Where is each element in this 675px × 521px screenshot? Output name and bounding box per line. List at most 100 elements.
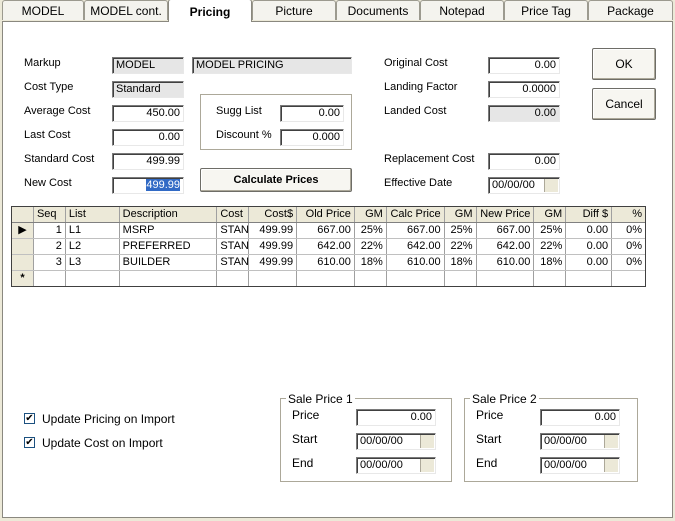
discount-field[interactable]: 0.000 [280, 129, 344, 146]
cell-calc-gm[interactable]: 22% [445, 239, 477, 254]
average-cost-field[interactable]: 450.00 [112, 105, 184, 122]
cell-calc-gm[interactable]: 18% [445, 255, 477, 270]
date-dropdown-icon[interactable] [544, 179, 558, 192]
cell-calc-price[interactable]: 610.00 [387, 255, 445, 270]
sale1-start-field[interactable]: 00/00/00 [356, 433, 436, 450]
cell-old-price[interactable] [297, 271, 355, 286]
tab-notepad[interactable]: Notepad [420, 0, 504, 20]
cell-new-price[interactable]: 667.00 [477, 223, 535, 238]
cell-description[interactable]: PREFERRED [120, 239, 218, 254]
cell-list[interactable]: L3 [66, 255, 120, 270]
new-cost-field[interactable]: 499.99 [112, 177, 184, 194]
col-header-new-price[interactable]: New Price [477, 207, 535, 222]
col-header-cost-dollar[interactable]: Cost$ [249, 207, 298, 222]
cell-description[interactable]: BUILDER [120, 255, 218, 270]
cell-pct[interactable]: 0% [612, 223, 645, 238]
standard-cost-field[interactable]: 499.99 [112, 153, 184, 170]
cell-cost-dollar[interactable] [249, 271, 298, 286]
tab-pricing[interactable]: Pricing [168, 0, 252, 22]
pricing-grid[interactable]: Seq List Description Cost Cost$ Old Pric… [11, 206, 646, 287]
cell-diff[interactable] [566, 271, 613, 286]
landing-factor-field[interactable]: 0.0000 [488, 81, 560, 98]
date-dropdown-icon[interactable] [420, 435, 434, 448]
cost-type-field[interactable]: Standard [112, 81, 184, 98]
cell-diff[interactable]: 0.00 [566, 239, 613, 254]
cell-cost[interactable]: STAN [217, 255, 250, 270]
new-row[interactable]: * [12, 271, 645, 286]
cell-calc-gm[interactable] [445, 271, 477, 286]
cell-new-gm[interactable]: 22% [534, 239, 567, 254]
cell-pct[interactable]: 0% [612, 255, 645, 270]
cell-pct[interactable]: 0% [612, 239, 645, 254]
col-header-cost[interactable]: Cost [217, 207, 250, 222]
sale1-price-field[interactable]: 0.00 [356, 409, 436, 426]
table-row[interactable]: ▶ 1 L1 MSRP STAN 499.99 667.00 25% 667.0… [12, 223, 645, 239]
cell-new-gm[interactable] [534, 271, 567, 286]
cell-old-gm[interactable]: 22% [355, 239, 387, 254]
cell-cost[interactable] [217, 271, 250, 286]
cell-list[interactable]: L2 [66, 239, 120, 254]
col-header-new-gm[interactable]: GM [534, 207, 567, 222]
cell-description[interactable]: MSRP [120, 223, 218, 238]
cell-cost-dollar[interactable]: 499.99 [249, 223, 298, 238]
col-header-pct[interactable]: % [612, 207, 645, 222]
cell-diff[interactable]: 0.00 [566, 223, 613, 238]
cell-list[interactable]: L1 [66, 223, 120, 238]
col-header-diff[interactable]: Diff $ [566, 207, 613, 222]
row-selector[interactable] [12, 255, 34, 270]
update-pricing-checkbox[interactable]: ✔ [24, 413, 35, 424]
tab-price-tag[interactable]: Price Tag [504, 0, 588, 20]
calculate-prices-button[interactable]: Calculate Prices [200, 168, 352, 192]
row-selector[interactable] [12, 239, 34, 254]
cell-new-gm[interactable]: 25% [534, 223, 567, 238]
table-row[interactable]: 2 L2 PREFERRED STAN 499.99 642.00 22% 64… [12, 239, 645, 255]
cell-old-gm[interactable] [355, 271, 387, 286]
col-header-description[interactable]: Description [120, 207, 218, 222]
cell-calc-gm[interactable]: 25% [445, 223, 477, 238]
cell-cost[interactable]: STAN [217, 223, 250, 238]
original-cost-field[interactable]: 0.00 [488, 57, 560, 74]
sale2-end-field[interactable]: 00/00/00 [540, 457, 620, 474]
cell-old-gm[interactable]: 25% [355, 223, 387, 238]
cell-cost-dollar[interactable]: 499.99 [249, 255, 298, 270]
sale2-start-field[interactable]: 00/00/00 [540, 433, 620, 450]
cell-calc-price[interactable] [387, 271, 445, 286]
cell-cost-dollar[interactable]: 499.99 [249, 239, 298, 254]
cell-description[interactable] [120, 271, 218, 286]
tab-model-cont[interactable]: MODEL cont. [84, 0, 168, 20]
cell-old-price[interactable]: 667.00 [297, 223, 355, 238]
cancel-button[interactable]: Cancel [592, 88, 656, 120]
date-dropdown-icon[interactable] [604, 435, 618, 448]
tab-picture[interactable]: Picture [252, 0, 336, 20]
cell-seq[interactable]: 1 [34, 223, 66, 238]
cell-old-price[interactable]: 642.00 [297, 239, 355, 254]
col-header-list[interactable]: List [66, 207, 120, 222]
date-dropdown-icon[interactable] [604, 459, 618, 472]
ok-button[interactable]: OK [592, 48, 656, 80]
cell-new-price[interactable]: 642.00 [477, 239, 535, 254]
cell-cost[interactable]: STAN [217, 239, 250, 254]
col-header-old-gm[interactable]: GM [355, 207, 387, 222]
col-header-old-price[interactable]: Old Price [297, 207, 355, 222]
last-cost-field[interactable]: 0.00 [112, 129, 184, 146]
cell-old-price[interactable]: 610.00 [297, 255, 355, 270]
table-row[interactable]: 3 L3 BUILDER STAN 499.99 610.00 18% 610.… [12, 255, 645, 271]
col-header-calc-gm[interactable]: GM [445, 207, 477, 222]
tab-model[interactable]: MODEL [2, 0, 84, 20]
cell-new-price[interactable]: 610.00 [477, 255, 535, 270]
tab-package[interactable]: Package [588, 0, 673, 20]
sale2-price-field[interactable]: 0.00 [540, 409, 620, 426]
col-header-seq[interactable]: Seq [34, 207, 66, 222]
cell-diff[interactable]: 0.00 [566, 255, 613, 270]
cell-new-gm[interactable]: 18% [534, 255, 567, 270]
cell-seq[interactable] [34, 271, 66, 286]
cell-new-price[interactable] [477, 271, 535, 286]
update-cost-checkbox[interactable]: ✔ [24, 437, 35, 448]
tab-documents[interactable]: Documents [336, 0, 420, 20]
cell-seq[interactable]: 2 [34, 239, 66, 254]
replacement-cost-field[interactable]: 0.00 [488, 153, 560, 170]
cell-calc-price[interactable]: 667.00 [387, 223, 445, 238]
col-header-calc-price[interactable]: Calc Price [387, 207, 445, 222]
sale1-end-field[interactable]: 00/00/00 [356, 457, 436, 474]
sugg-list-field[interactable]: 0.00 [280, 105, 344, 122]
